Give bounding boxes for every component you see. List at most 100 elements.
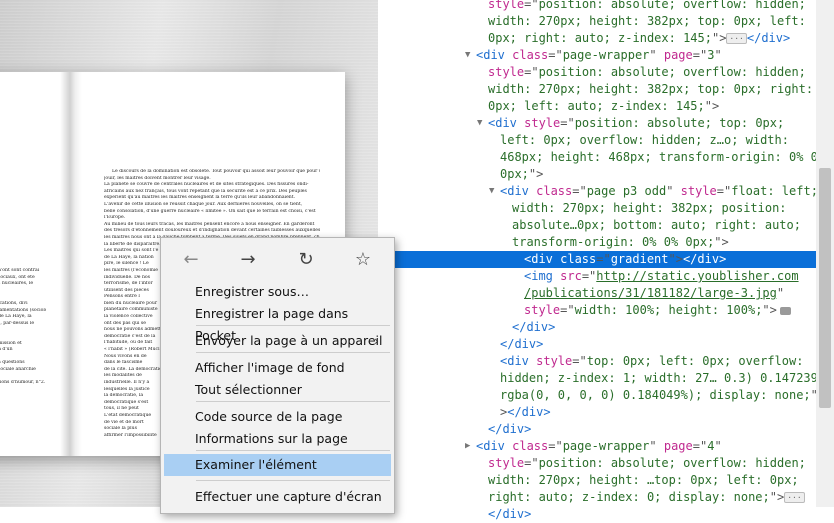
page-text-line: Au milieu de tous leurs tracas, les maît…	[104, 221, 315, 227]
markup-token: 0px; right: auto; z-index: 145;	[488, 31, 712, 45]
markup-token: "	[666, 184, 681, 198]
context-menu-item[interactable]: Examiner l'élément	[164, 454, 391, 476]
markup-line[interactable]: <div class="page-wrapper" page="4"	[476, 438, 722, 455]
markup-line[interactable]: <div class="page p3 odd" style="float: l…	[500, 183, 818, 200]
page-text-line: ications, divi	[0, 301, 28, 307]
menu-separator	[196, 450, 390, 451]
markup-line[interactable]: /publications/31/181182/large-3.jpg"	[524, 285, 784, 302]
markup-line[interactable]: transform-origin: 0% 0% 0px;">	[512, 234, 729, 251]
markup-line[interactable]: 468px; height: 468px; transform-origin: …	[500, 149, 825, 166]
context-menu-item[interactable]: Enregistrer la page dans Pocket	[164, 303, 391, 343]
markup-line[interactable]: style="position: absolute; overflow: hid…	[488, 64, 806, 81]
markup-line[interactable]: hidden; z-index: 1; width: 27… 0.3) 0.14…	[500, 370, 832, 387]
context-menu-item[interactable]: Code source de la page	[164, 406, 391, 428]
markup-line[interactable]: </div>	[512, 319, 555, 336]
markup-token: <img	[524, 269, 561, 283]
markup-token: ="	[692, 439, 708, 453]
context-menu-item[interactable]: Effectuer une capture d'écran	[164, 486, 391, 508]
expanded-twisty-icon[interactable]: ▼	[477, 118, 482, 128]
expanded-twisty-icon[interactable]: ▼	[489, 186, 494, 196]
markup-token[interactable]: http://static.youblisher.com	[596, 269, 798, 283]
markup-token: width: 270px; height: 382px; top: 0px; l…	[488, 14, 806, 28]
inspector-scrollbar-thumb[interactable]	[819, 168, 831, 408]
menu-item-label: Afficher l'image de fond	[195, 360, 345, 375]
markup-token: ="	[524, 65, 539, 79]
markup-token: </div>	[507, 405, 551, 419]
page-text-line: s, par-dessus le	[0, 320, 35, 326]
markup-line[interactable]: <div class="page-wrapper" page="3"	[476, 47, 722, 64]
context-menu-item[interactable]: Afficher l'image de fond	[164, 357, 391, 379]
markup-token: left: 0px; overflow: hidden; z…o; width:	[500, 133, 789, 147]
markup-token: "	[714, 439, 722, 453]
page-text-line	[0, 248, 46, 255]
markup-token: </div>	[488, 507, 532, 521]
markup-line[interactable]: </div>	[488, 421, 531, 438]
markup-token[interactable]: /publications/31/181182/large-3.jpg	[524, 286, 777, 300]
page-text-line	[0, 407, 46, 414]
page-text-line	[0, 387, 46, 394]
markup-line[interactable]: width: 270px; height: 382px; position:	[512, 200, 787, 217]
collapsed-content-ellipsis[interactable]: ···	[726, 33, 747, 44]
markup-token: ="	[524, 0, 539, 11]
markup-token: ="	[716, 184, 732, 198]
reload-icon[interactable]: ↻	[289, 246, 323, 272]
menu-separator	[196, 352, 390, 353]
page-text-line: n'ont sont contrai	[0, 268, 40, 274]
collapsed-content-ellipsis[interactable]: ···	[784, 492, 805, 503]
markup-token: float: left;	[731, 184, 818, 198]
markup-line[interactable]: <img src="http://static.youblisher.com	[524, 268, 799, 285]
markup-token: ">	[762, 303, 777, 317]
markup-line[interactable]: width: 270px; height: 382px; top: 0px; r…	[488, 81, 813, 98]
markup-token: top: 0px; left: 0px; overflow:	[586, 354, 804, 368]
markup-token: <div	[476, 439, 513, 453]
markup-line[interactable]: right: auto; z-index: 0; display: none;"…	[488, 489, 805, 506]
markup-line[interactable]: style="position: absolute; overflow: hid…	[488, 0, 806, 13]
context-menu-item[interactable]: Tout sélectionner	[164, 379, 391, 401]
markup-token: </div>	[682, 252, 727, 266]
page-text-line: de La Haye, la	[0, 314, 32, 320]
page-text-line: sociale anarchie	[0, 367, 36, 373]
markup-line[interactable]: 0px;">	[500, 166, 543, 183]
context-menu-item[interactable]: Envoyer la page à un appareil ›	[164, 330, 391, 352]
markup-token: "	[776, 286, 785, 300]
menu-item-label: Envoyer la page à un appareil	[195, 333, 383, 348]
markup-line[interactable]: left: 0px; overflow: hidden; z…o; width:	[500, 132, 789, 149]
markup-token: <div	[476, 48, 513, 62]
markup-line[interactable]: ></div>	[500, 404, 551, 421]
markup-line[interactable]: absolute…0px; bottom: auto; right: auto;	[512, 217, 801, 234]
page-text-line	[0, 400, 46, 407]
context-menu-item[interactable]: Enregistrer sous…	[164, 281, 391, 303]
markup-line[interactable]: style="position: absolute; overflow: hid…	[488, 455, 806, 472]
markup-token: class	[512, 439, 549, 453]
markup-line[interactable]: rgba(0, 0, 0, 0) 0.184049%); display: no…	[500, 387, 818, 404]
markup-token: width: 100%; height: 100%;	[574, 303, 763, 317]
forward-arrow-icon[interactable]: →	[231, 246, 265, 272]
markup-line[interactable]: <div style="top: 0px; left: 0px; overflo…	[500, 353, 803, 370]
page-text-line: des trésors d'étonnement douloureux et d…	[104, 228, 320, 234]
page-text-line: belle consolation, d'une guerre nucléair…	[104, 208, 316, 214]
markup-line[interactable]: <div style="position: absolute; top: 0px…	[488, 115, 784, 132]
back-arrow-icon[interactable]: ←	[174, 246, 208, 272]
event-badge-icon[interactable]	[779, 306, 791, 315]
markup-token: 0px; left: auto; z-index: 145;	[488, 99, 705, 113]
markup-line[interactable]: </div>	[488, 506, 531, 523]
expanded-twisty-icon[interactable]: ▼	[465, 50, 470, 60]
markup-line[interactable]: 0px; left: auto; z-index: 145;">	[488, 98, 719, 115]
markup-line[interactable]: 0px; right: auto; z-index: 145;"> ··· </di…	[488, 30, 790, 47]
page-text-line	[0, 393, 46, 400]
bookmark-star-icon[interactable]: ☆	[346, 246, 380, 272]
markup-token: rgba(0, 0, 0, 0) 0.184049%); display: no…	[500, 388, 811, 402]
page-text-line	[0, 334, 46, 341]
page-text-line	[0, 420, 46, 427]
markup-token: "	[714, 48, 722, 62]
submenu-chevron-icon: ›	[374, 333, 379, 348]
page-text-line	[0, 262, 46, 269]
markup-line[interactable]: style="width: 100%; height: 100%;">	[524, 302, 791, 319]
collapsed-twisty-icon[interactable]: ▶	[465, 441, 470, 451]
markup-line[interactable]: width: 270px; height: …top: 0px; left: 0…	[488, 472, 799, 489]
context-menu-item[interactable]: Informations sur la page	[164, 428, 391, 450]
markup-line[interactable]: width: 270px; height: 382px; top: 0px; l…	[488, 13, 806, 30]
page-text-line	[0, 242, 46, 249]
selected-markup-line[interactable]: <div class="gradient"></div>	[378, 251, 816, 268]
markup-line[interactable]: </div>	[500, 336, 543, 353]
